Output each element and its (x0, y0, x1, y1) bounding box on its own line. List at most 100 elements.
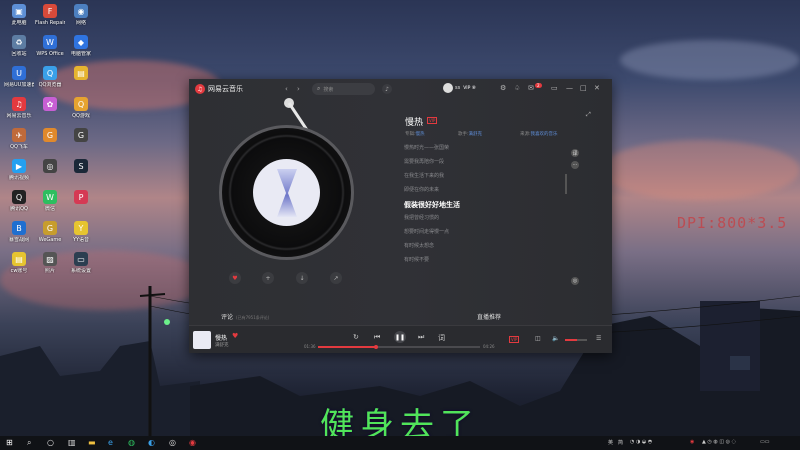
desktop-icon[interactable]: ▤ (66, 66, 96, 82)
mail-icon[interactable]: ✉ (528, 84, 534, 92)
download-icon[interactable]: ↓ (296, 272, 308, 284)
album-info: 专辑:慢热 (405, 132, 425, 137)
back-icon[interactable]: ‹ (285, 85, 288, 93)
task-view-icon[interactable]: ▥ (68, 438, 76, 447)
avatar[interactable] (443, 83, 453, 93)
desktop-icon[interactable]: G (35, 128, 65, 144)
search-taskbar-icon[interactable]: ⌕ (27, 438, 31, 448)
cortana-icon[interactable]: ○ (47, 438, 54, 447)
lyric-line-current[interactable]: 假装很好好地生活 (404, 200, 460, 210)
desktop-icon[interactable]: Q 腾讯QQ (4, 190, 34, 212)
desktop-icon-label: 网络 (75, 20, 86, 26)
lyric-line[interactable]: 想要时间走得慢一点 (404, 228, 449, 235)
desktop-icon[interactable]: ▣ 此电脑 (4, 4, 34, 26)
sound-effect-icon[interactable]: ◫ (535, 335, 541, 342)
microphone-icon[interactable]: ♪ (382, 84, 392, 94)
lyric-translate-icon[interactable]: 译 (571, 149, 579, 157)
desktop-icon[interactable]: P (66, 190, 96, 206)
settings-icon[interactable]: ⚙ (500, 84, 506, 92)
desktop-icon[interactable]: ◎ (35, 159, 65, 175)
progress-bar[interactable] (318, 344, 480, 349)
desktop-icon[interactable]: ▨ 照片 (35, 252, 65, 274)
start-icon[interactable]: ⊞ (6, 438, 13, 447)
minimize-icon[interactable]: — (566, 84, 573, 92)
desktop-icon[interactable]: ▤ cw账号 (4, 252, 34, 274)
desktop-icon[interactable]: ▭ 系统设置 (66, 252, 96, 274)
progress-knob[interactable] (374, 344, 379, 349)
like-icon[interactable]: ♥ (229, 272, 241, 284)
forward-icon[interactable]: › (297, 85, 300, 93)
user-area[interactable]: ss VIP ⑧ (443, 83, 476, 93)
search-placeholder: 搜索 (323, 86, 334, 93)
lyrics-toggle-icon[interactable]: 词 (438, 333, 445, 343)
desktop-icon[interactable]: ✈ QQ飞车 (4, 128, 34, 150)
player-like-icon[interactable]: ♥ (232, 332, 238, 340)
collapse-icon[interactable]: ⤢ (586, 111, 591, 119)
desktop-icon[interactable]: W WPS Office (35, 35, 65, 57)
previous-icon[interactable]: ⏮ (374, 333, 380, 342)
player-artist[interactable]: 满舒克 (215, 342, 229, 348)
tray-clock-icon[interactable]: ▭▭ (760, 439, 769, 445)
lyric-line[interactable]: 需要我再陪你一段 (404, 158, 444, 165)
desktop-icon[interactable]: G WeGame (35, 221, 65, 243)
pause-button[interactable]: ❚❚ (394, 331, 406, 343)
qq-browser-icon[interactable]: ◐ (148, 438, 155, 447)
desktop-icon[interactable]: S (66, 159, 96, 175)
maximize-icon[interactable]: □ (580, 84, 587, 92)
volume-icon[interactable]: 🔈 (552, 335, 559, 342)
desktop-icon[interactable]: F Flash Repair (35, 4, 65, 26)
volume-slider[interactable] (565, 339, 587, 341)
lyric-line[interactable]: 有时候太想念 (404, 242, 434, 249)
steam-icon[interactable]: ◎ (169, 438, 176, 447)
lyrics-scrollbar[interactable] (565, 174, 567, 194)
tray-ime[interactable]: 简 (618, 439, 623, 446)
share-icon[interactable]: ↗ (330, 272, 342, 284)
lyric-more-icon[interactable]: ⋯ (571, 161, 579, 169)
source-link[interactable]: 我喜欢的音乐 (531, 132, 558, 137)
player-song-title[interactable]: 慢热 (215, 333, 227, 342)
desktop-icon[interactable]: ♫ 网易云音乐 (4, 97, 34, 119)
edge-icon[interactable]: e (108, 438, 113, 447)
wechat-icon[interactable]: ◍ (128, 438, 135, 447)
album-link[interactable]: 慢热 (416, 132, 425, 137)
tray-netease-icon[interactable]: ◉ (690, 439, 694, 445)
tray-lang[interactable]: 英 (608, 439, 613, 446)
username[interactable]: ss (455, 85, 460, 91)
tray-network-icon[interactable]: ▲ ◷ ◍ ◫ ◎ ◌ (702, 439, 736, 445)
next-icon[interactable]: ⏭ (418, 333, 424, 342)
desktop-icon[interactable]: Q QQ浏览器 (35, 66, 65, 88)
desktop-icon-label: 腾讯QQ (10, 206, 28, 212)
search-input[interactable]: ⌕ 搜索 (312, 83, 375, 95)
desktop-icon[interactable]: Q QQ游戏 (66, 97, 96, 119)
desktop-icon[interactable]: ✿ (35, 97, 65, 113)
skin-icon[interactable]: ♤ (514, 84, 520, 92)
file-explorer-icon[interactable]: ▬ (88, 438, 96, 447)
netease-taskbar-icon[interactable]: ◉ (189, 438, 196, 447)
lyric-line[interactable]: 在我生活下来的我 (404, 172, 444, 179)
desktop-icon[interactable]: B 暴雪战网 (4, 221, 34, 243)
player-album-thumb[interactable] (193, 331, 211, 349)
collect-icon[interactable]: + (262, 272, 274, 284)
desktop-icon[interactable]: Y YY语音 (66, 221, 96, 243)
desktop-app-icon: P (74, 190, 88, 204)
desktop-icon[interactable]: ◉ 网络 (66, 4, 96, 26)
desktop-icon[interactable]: ◆ 电脑管家 (66, 35, 96, 57)
desktop-icon[interactable]: U 网易UU加速器 (4, 66, 34, 88)
lyric-line[interactable]: 有时候不要 (404, 256, 429, 263)
lyric-line[interactable]: 慢热时光——张国荣 (404, 144, 449, 151)
loop-icon[interactable]: ↻ (353, 333, 359, 341)
desktop-icon[interactable]: ▶ 腾讯视频 (4, 159, 34, 181)
close-icon[interactable]: ✕ (594, 84, 600, 92)
lyric-line[interactable]: 我把曾经习惯的 (404, 214, 439, 221)
desktop-icon[interactable]: ♻ 回收站 (4, 35, 34, 57)
desktop-icon[interactable]: G (66, 128, 96, 144)
desktop-icon[interactable]: W 微信 (35, 190, 65, 212)
vip-badge[interactable]: VIP ⑧ (463, 86, 476, 91)
quality-tag[interactable]: VIP (509, 336, 520, 343)
lyric-locate-icon[interactable]: ◎ (571, 277, 579, 285)
mini-mode-icon[interactable]: ▭ (551, 84, 558, 92)
tray-icons[interactable]: ◔ ◑ ◒ ◓ (630, 439, 652, 445)
lyric-line[interactable]: 即便在你的未来 (404, 186, 439, 193)
singer-link[interactable]: 满舒克 (469, 132, 483, 137)
playlist-icon[interactable]: ☰ (596, 335, 601, 342)
